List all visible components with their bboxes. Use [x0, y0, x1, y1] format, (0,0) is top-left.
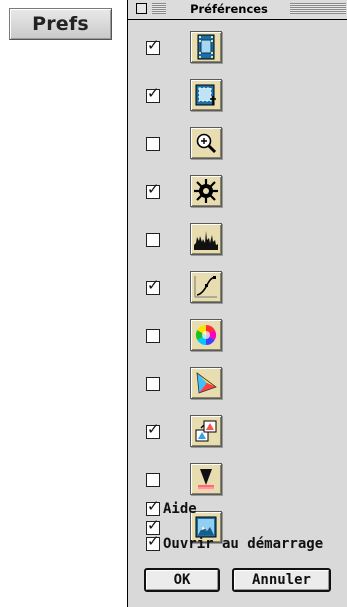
option-open-at-startup-label: Ouvrir au démarrage — [163, 536, 324, 552]
check-mark: ✓ — [147, 36, 160, 54]
tool-checkbox-profile[interactable]: ✓ — [146, 420, 160, 439]
tool-row-density — [146, 463, 222, 497]
aperture-icon[interactable] — [190, 175, 222, 207]
option-aide[interactable]: ✓ Aide — [146, 497, 197, 517]
density-wedge-icon[interactable] — [190, 463, 222, 495]
tool-row-film: ✓ — [146, 31, 222, 65]
tool-checkbox-aperture[interactable]: ✓ — [146, 180, 160, 199]
tool-checkbox-density[interactable] — [146, 473, 160, 487]
tool-row-zoom — [146, 127, 222, 161]
color-profile-icon[interactable] — [190, 415, 222, 447]
tool-checkbox-histogram[interactable] — [146, 233, 160, 247]
title-bar[interactable]: Préférences — [128, 0, 347, 20]
tool-checkbox-color-wheel[interactable] — [146, 329, 160, 343]
tool-checkbox-crop[interactable]: ✓ — [146, 84, 160, 103]
tool-row-gamut — [146, 367, 222, 401]
title-bar-stripes-right — [290, 3, 346, 14]
close-box[interactable] — [136, 3, 147, 14]
option-aide-label: Aide — [163, 501, 197, 517]
tool-row-curve: ✓ — [146, 271, 222, 305]
curve-icon[interactable] — [190, 271, 222, 303]
option-open-at-startup-checkbox[interactable]: ✓ — [146, 532, 160, 551]
magnifier-icon[interactable] — [190, 127, 222, 159]
tool-row-profile: ✓ — [146, 415, 222, 449]
cancel-button[interactable]: Annuler — [232, 568, 331, 592]
tool-checkbox-gamut[interactable] — [146, 377, 160, 391]
tool-row-histogram — [146, 223, 222, 257]
crop-select-icon[interactable] — [190, 79, 222, 111]
check-mark: ✓ — [147, 532, 160, 550]
prefs-button[interactable]: Prefs — [9, 8, 112, 40]
window-title: Préférences — [190, 2, 268, 16]
histogram-icon[interactable] — [190, 223, 222, 255]
tool-checkbox-film[interactable]: ✓ — [146, 36, 160, 55]
check-mark: ✓ — [147, 497, 160, 515]
option-aide-checkbox[interactable]: ✓ — [146, 497, 160, 516]
tool-checkbox-curve[interactable]: ✓ — [146, 276, 160, 295]
tool-checkbox-zoom[interactable] — [146, 137, 160, 151]
color-wheel-icon[interactable] — [190, 319, 222, 351]
gamut-triangle-icon[interactable] — [190, 367, 222, 399]
option-open-at-startup[interactable]: ✓ Ouvrir au démarrage — [146, 532, 324, 552]
check-mark: ✓ — [147, 84, 160, 102]
film-frame-icon[interactable] — [190, 31, 222, 63]
ok-button[interactable]: OK — [144, 568, 220, 592]
title-bar-stripes-left — [152, 3, 166, 14]
tool-row-aperture: ✓ — [146, 175, 222, 209]
check-mark: ✓ — [147, 276, 160, 294]
check-mark: ✓ — [147, 180, 160, 198]
check-mark: ✓ — [147, 420, 160, 438]
tool-row-color-wheel — [146, 319, 222, 353]
tool-row-crop: ✓ — [146, 79, 222, 113]
